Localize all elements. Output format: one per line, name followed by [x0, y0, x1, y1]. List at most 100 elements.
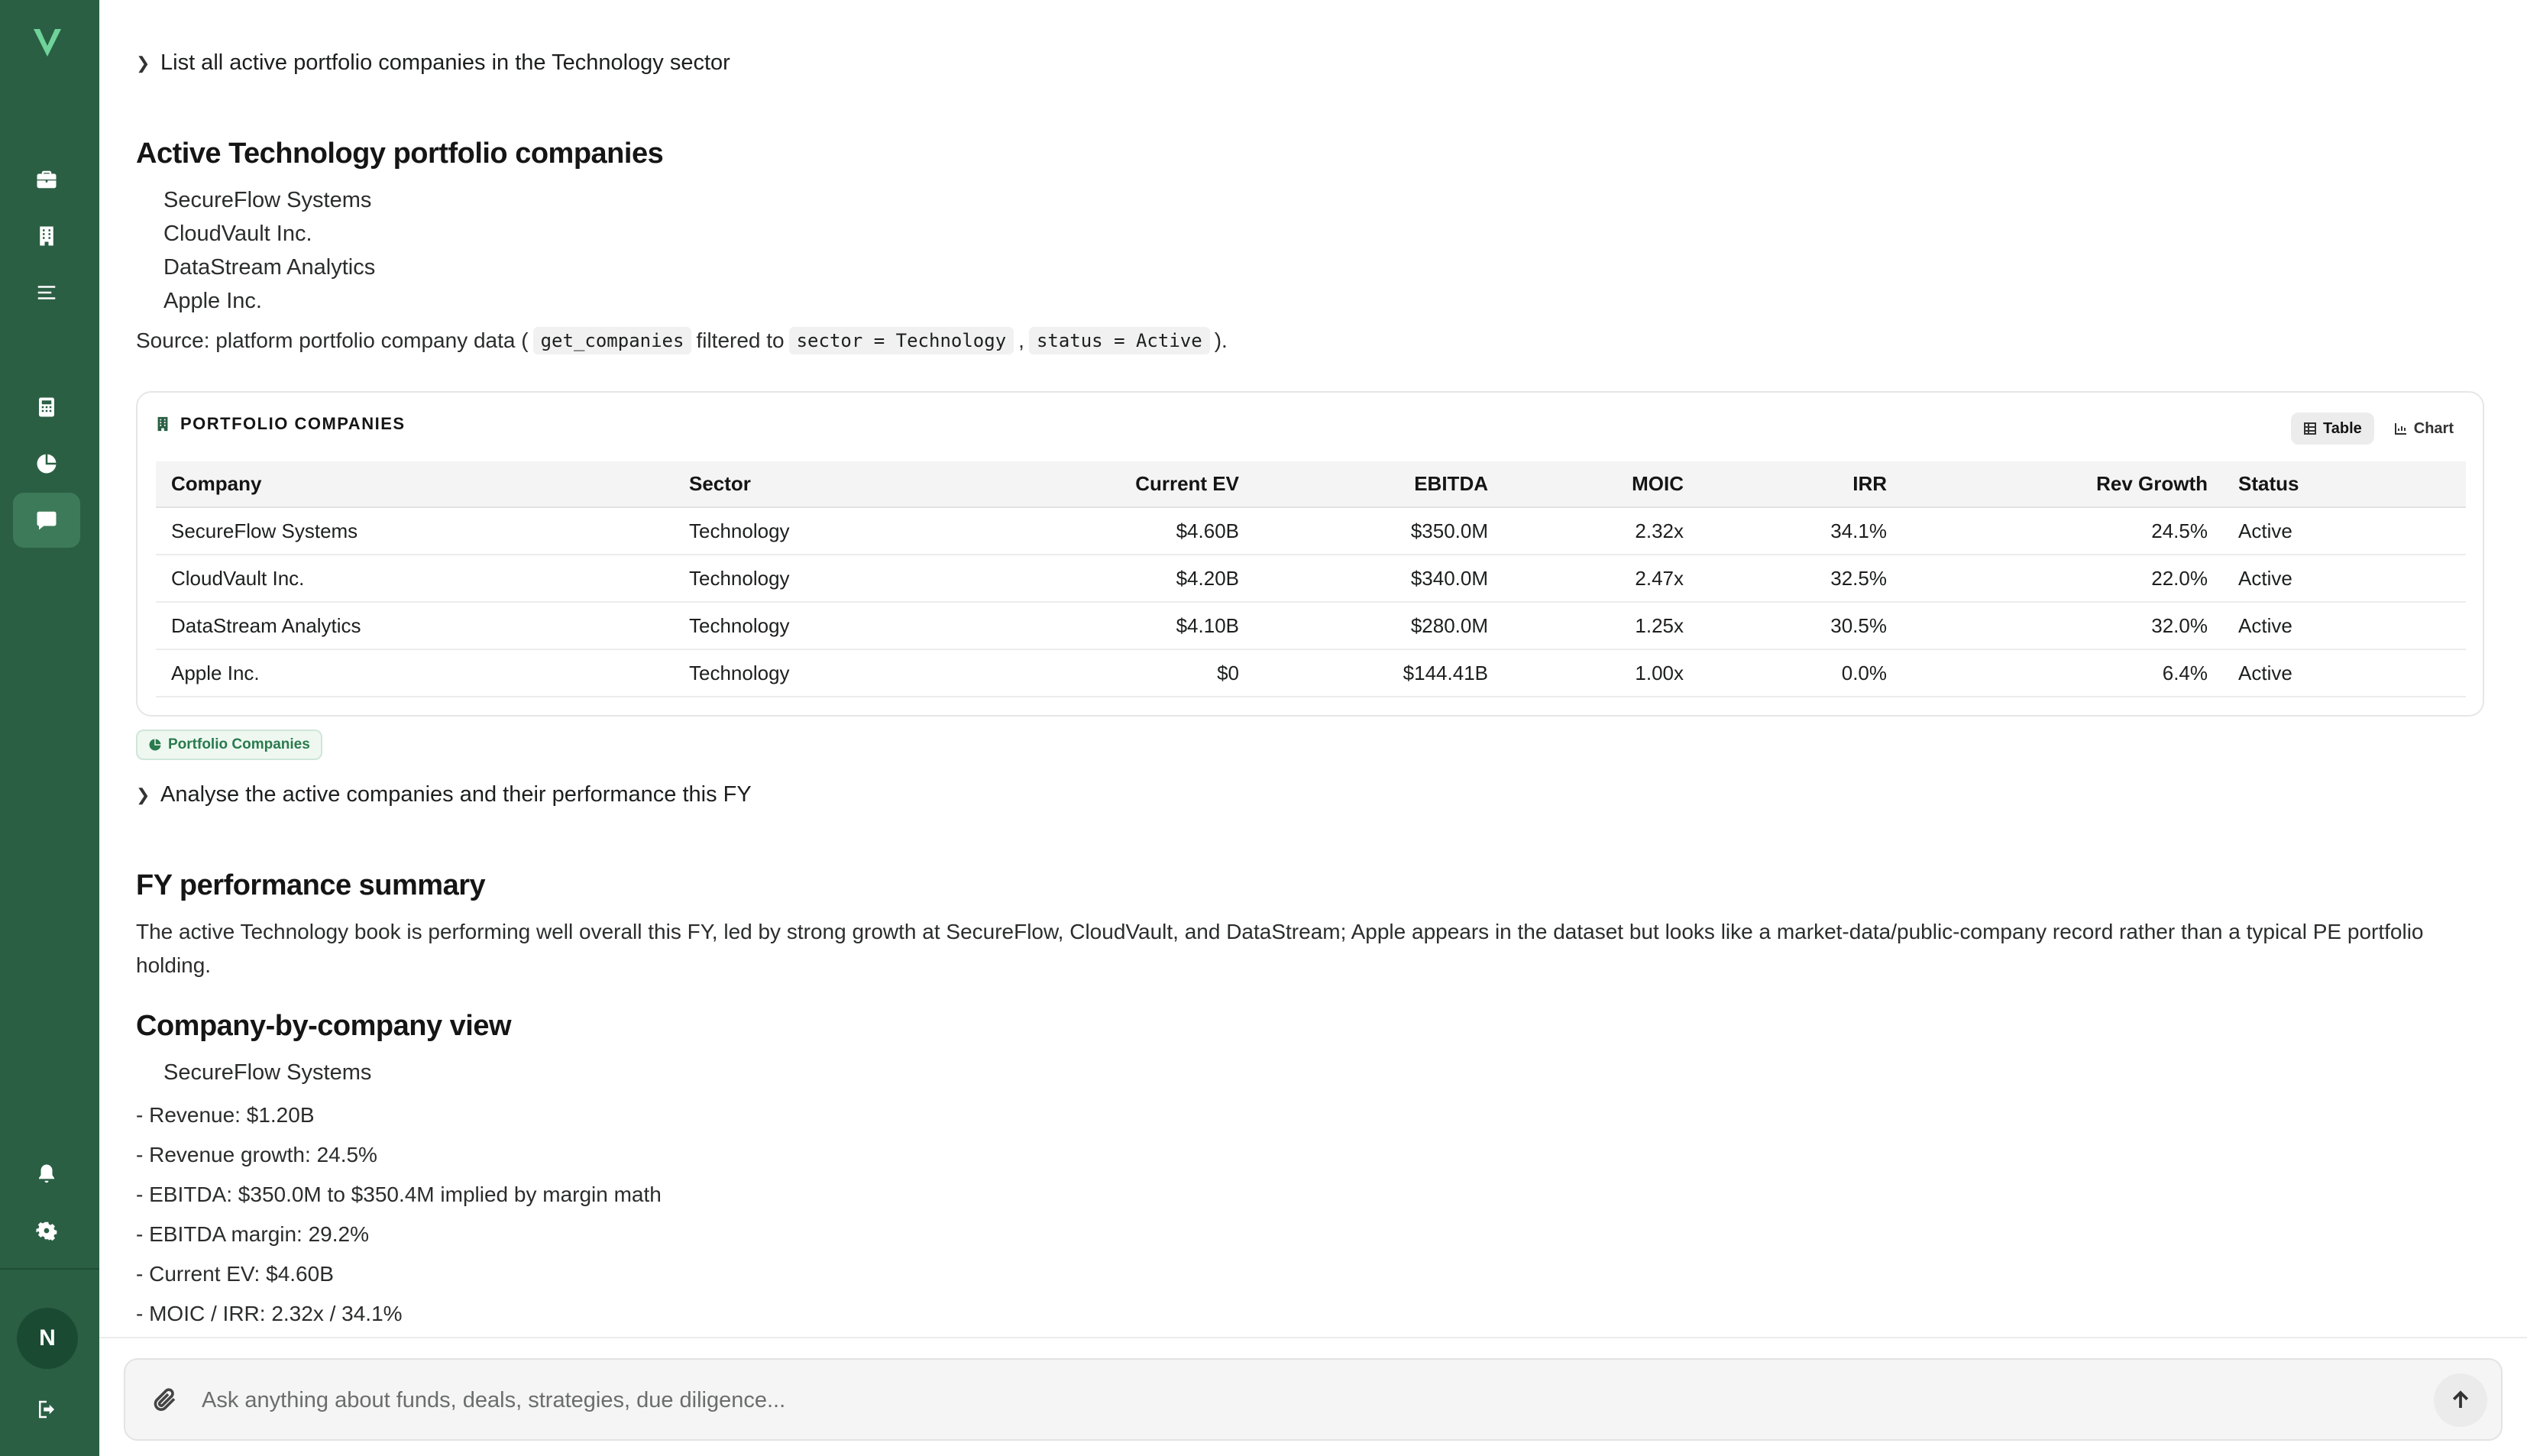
chevron-right-icon: ❯	[136, 785, 150, 804]
query-text: List all active portfolio companies in t…	[160, 50, 730, 75]
list-item: SecureFlow Systems	[163, 188, 372, 212]
query-text: Analyse the active companies and their p…	[160, 782, 752, 807]
paperclip-icon[interactable]	[151, 1386, 179, 1413]
chart-view-button[interactable]: Chart	[2382, 413, 2466, 445]
list-icon[interactable]	[32, 278, 61, 307]
source-suffix: ).	[1214, 328, 1228, 352]
cell-company: CloudVault Inc.	[156, 555, 674, 603]
table-view-button[interactable]: Table	[2291, 413, 2374, 445]
bell-icon[interactable]	[32, 1160, 61, 1189]
column-header-status[interactable]: Status	[2223, 461, 2466, 508]
query-collapsible[interactable]: ❯ List all active portfolio companies in…	[136, 50, 730, 76]
calculator-icon[interactable]	[32, 393, 61, 422]
heading-company-view: Company-by-company view	[136, 1010, 512, 1042]
column-header-irr[interactable]: IRR	[1699, 461, 1902, 508]
cell-sector: Technology	[674, 602, 949, 650]
metric-item: - Revenue growth: 24.5%	[136, 1143, 377, 1166]
chat-input[interactable]	[202, 1378, 2402, 1422]
arrow-up-icon	[2452, 1390, 2469, 1408]
cell-moic: 2.32x	[1503, 507, 1699, 555]
cell-status: Active	[2223, 555, 2466, 603]
company-view-list: SecureFlow Systems	[163, 1056, 371, 1089]
send-button[interactable]	[2434, 1373, 2487, 1427]
chart-view-label: Chart	[2413, 419, 2454, 437]
list-item: CloudVault Inc.	[163, 222, 312, 246]
cell-irr: 30.5%	[1699, 602, 1902, 650]
table-row[interactable]: Apple Inc. Technology $0 $144.41B 1.00x …	[156, 649, 2466, 697]
composer	[99, 1337, 2527, 1456]
list-item: Apple Inc.	[163, 289, 262, 313]
card-title: PORTFOLIO COMPANIES	[180, 414, 406, 433]
cell-status: Active	[2223, 649, 2466, 697]
column-header-current-ev[interactable]: Current EV	[949, 461, 1254, 508]
chat-icon[interactable]	[32, 506, 61, 535]
company-list: SecureFlow Systems CloudVault Inc. DataS…	[163, 183, 375, 318]
column-header-ebitda[interactable]: EBITDA	[1254, 461, 1503, 508]
column-header-sector[interactable]: Sector	[674, 461, 949, 508]
building-icon	[157, 416, 168, 432]
metric-item: - MOIC / IRR: 2.32x / 34.1%	[136, 1302, 403, 1325]
source-badge-label: Portfolio Companies	[168, 736, 310, 752]
source-code-sector: sector = Technology	[788, 327, 1014, 354]
card-header: PORTFOLIO COMPANIES	[154, 414, 406, 434]
source-code-function: get_companies	[532, 327, 692, 354]
table-row[interactable]: SecureFlow Systems Technology $4.60B $35…	[156, 507, 2466, 555]
table-header-row: Company Sector Current EV EBITDA MOIC IR…	[156, 461, 2466, 508]
cell-ebitda: $350.0M	[1254, 507, 1503, 555]
pie-chart-icon[interactable]	[32, 449, 61, 478]
cell-moic: 1.25x	[1503, 602, 1699, 650]
table-row[interactable]: DataStream Analytics Technology $4.10B $…	[156, 602, 2466, 650]
source-code-status: status = Active	[1028, 327, 1210, 354]
cell-current-ev: $4.20B	[949, 555, 1254, 603]
chat-thread: ❯ List all active portfolio companies in…	[99, 0, 2527, 1337]
cell-sector: Technology	[674, 507, 949, 555]
table-view-label: Table	[2323, 419, 2362, 437]
logout-icon[interactable]	[32, 1395, 61, 1424]
table-row[interactable]: CloudVault Inc. Technology $4.20B $340.0…	[156, 555, 2466, 603]
cell-company: Apple Inc.	[156, 649, 674, 697]
source-badge[interactable]: Portfolio Companies	[136, 730, 322, 760]
composer-box	[124, 1358, 2503, 1441]
portfolio-table: Company Sector Current EV EBITDA MOIC IR…	[156, 461, 2466, 697]
list-item: SecureFlow Systems	[163, 1060, 372, 1085]
cell-rev-growth: 22.0%	[1902, 555, 2223, 603]
cell-moic: 1.00x	[1503, 649, 1699, 697]
cell-rev-growth: 32.0%	[1902, 602, 2223, 650]
cell-ebitda: $280.0M	[1254, 602, 1503, 650]
metrics-list: - Revenue: $1.20B - Revenue growth: 24.5…	[136, 1095, 662, 1334]
cell-moic: 2.47x	[1503, 555, 1699, 603]
source-prefix: Source: platform portfolio company data …	[136, 328, 529, 352]
cell-current-ev: $4.10B	[949, 602, 1254, 650]
column-header-moic[interactable]: MOIC	[1503, 461, 1699, 508]
column-header-rev-growth[interactable]: Rev Growth	[1902, 461, 2223, 508]
building-icon[interactable]	[32, 222, 61, 251]
column-header-company[interactable]: Company	[156, 461, 674, 508]
cell-current-ev: $4.60B	[949, 507, 1254, 555]
logo-icon[interactable]	[31, 26, 64, 60]
pie-chart-icon	[149, 739, 161, 751]
briefcase-icon[interactable]	[32, 165, 61, 194]
source-line: Source: platform portfolio company data …	[136, 327, 1228, 354]
list-item: DataStream Analytics	[163, 255, 376, 280]
heading-fy-summary: FY performance summary	[136, 869, 486, 901]
gear-icon[interactable]	[32, 1216, 61, 1245]
source-mid: filtered to	[696, 328, 785, 352]
query-collapsible[interactable]: ❯ Analyse the active companies and their…	[136, 782, 752, 807]
source-comma: ,	[1018, 328, 1024, 352]
cell-ebitda: $144.41B	[1254, 649, 1503, 697]
cell-status: Active	[2223, 602, 2466, 650]
avatar[interactable]: N	[17, 1308, 78, 1369]
metric-item: - EBITDA: $350.0M to $350.4M implied by …	[136, 1183, 662, 1206]
table-icon	[2304, 422, 2316, 435]
cell-rev-growth: 6.4%	[1902, 649, 2223, 697]
sidebar-divider	[0, 1268, 99, 1270]
bar-chart-icon	[2394, 423, 2406, 435]
cell-irr: 32.5%	[1699, 555, 1902, 603]
avatar-initial: N	[39, 1325, 56, 1351]
cell-sector: Technology	[674, 555, 949, 603]
heading-active-companies: Active Technology portfolio companies	[136, 138, 664, 170]
cell-company: DataStream Analytics	[156, 602, 674, 650]
cell-rev-growth: 24.5%	[1902, 507, 2223, 555]
metric-item: - EBITDA margin: 29.2%	[136, 1222, 370, 1246]
sidebar: N	[0, 0, 99, 1456]
